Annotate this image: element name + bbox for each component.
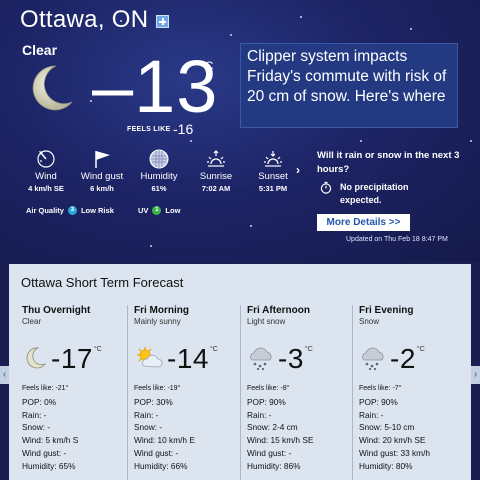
- uv-level: Low: [165, 206, 181, 215]
- plus-icon[interactable]: [156, 14, 170, 28]
- moon-icon: [26, 347, 47, 369]
- period-temperature-unit: °C: [304, 346, 313, 353]
- short-term-forecast-panel: Ottawa Short Term Forecast Thu Overnight…: [9, 264, 471, 480]
- current-condition: Clear: [22, 42, 58, 58]
- air-quality-index-badge: 3: [67, 206, 77, 215]
- period-temperature-unit: °C: [416, 346, 425, 353]
- location-header: Ottawa, ON: [20, 6, 170, 34]
- precip-question: Will it rain or snow in the next 3 hours…: [317, 150, 460, 175]
- precip-answer: No precipitation expected.: [340, 182, 409, 205]
- pop: POP: 0%: [22, 396, 57, 407]
- metric-value: 5:31 PM: [258, 184, 288, 193]
- forecast-title: Ottawa Short Term Forecast: [21, 275, 184, 290]
- feels-like: Feels like: -8°: [247, 385, 290, 392]
- uv-label: UV: [138, 206, 149, 215]
- current-conditions-hero: Ottawa, ON Clear –13 °C FEELS LIKE -16 C…: [0, 0, 480, 262]
- forecast-column-fri-evening: Fri Evening Snow -2 °C Feels like: -7° P…: [359, 305, 471, 480]
- sun-cloud-icon: [137, 347, 163, 368]
- forecast-column-thu-overnight: Thu Overnight Clear -17 °C Feels like: -…: [22, 305, 134, 480]
- metric-value: 7:02 AM: [201, 184, 231, 193]
- rain: Rain: -: [22, 409, 47, 420]
- forecast-column-fri-afternoon: Fri Afternoon Light snow -3 °C Feels lik…: [247, 305, 359, 480]
- snow: Snow: 5-10 cm: [359, 422, 415, 433]
- metric-wind-gust: Wind gust 6 km/h: [70, 148, 134, 193]
- rain: Rain: -: [247, 409, 272, 420]
- period-label: Fri Evening: [359, 305, 414, 316]
- period-temperature: -3: [278, 343, 304, 374]
- metric-label: Humidity: [140, 171, 178, 182]
- wind: Wind: 10 km/h E: [134, 435, 195, 446]
- period-summary: Light snow: [247, 317, 286, 326]
- period-temperature: -14: [167, 343, 209, 374]
- period-temperature-unit: °C: [209, 346, 218, 353]
- snow: Snow: 2-4 cm: [247, 422, 298, 433]
- feels-like: Feels like: -19°: [134, 385, 181, 392]
- updated-timestamp: Updated on Thu Feb 18 8:47 PM: [346, 236, 448, 243]
- feels-like-value: -16: [173, 121, 194, 137]
- humidity-icon: [149, 149, 169, 169]
- uv-index[interactable]: UV 1 Low: [138, 206, 180, 215]
- period-temperature-unit: °C: [93, 346, 102, 353]
- sunrise-icon: [207, 150, 225, 167]
- metric-label: Wind: [35, 171, 57, 182]
- pop: POP: 30%: [134, 396, 173, 407]
- more-details-button[interactable]: More Details >>: [317, 214, 410, 231]
- forecast-prev-arrow[interactable]: ‹: [0, 366, 9, 384]
- period-label: Fri Morning: [134, 305, 189, 316]
- forecast-next-arrow[interactable]: ›: [471, 366, 480, 384]
- air-quality-label: Air Quality: [26, 206, 64, 215]
- wind-gust: Wind gust: -: [247, 447, 292, 458]
- air-quality[interactable]: Air Quality 3 Low Risk: [26, 206, 114, 215]
- snow: Snow: -: [134, 422, 163, 433]
- humidity: Humidity: 66%: [134, 460, 188, 471]
- metric-humidity: Humidity 61%: [127, 148, 191, 193]
- metric-wind: Wind 4 km/h SE: [14, 148, 78, 193]
- humidity: Humidity: 80%: [359, 460, 413, 471]
- wind-gust: Wind gust: -: [22, 447, 67, 458]
- uv-index-badge: 1: [152, 206, 162, 215]
- city-name: Ottawa, ON: [20, 6, 149, 33]
- snow-cloud-icon: [250, 347, 272, 371]
- wind: Wind: 20 km/h SE: [359, 435, 426, 446]
- feels-like: Feels like: -21°: [22, 385, 69, 392]
- wind-gust: Wind gust: -: [134, 447, 179, 458]
- temperature-unit: °C: [200, 59, 214, 73]
- period-summary: Mainly sunny: [134, 317, 181, 326]
- rain: Rain: -: [134, 409, 159, 420]
- period-temperature: -17: [51, 343, 93, 374]
- wind-gust-icon: [95, 151, 110, 168]
- snow-cloud-icon: [362, 347, 384, 371]
- period-label: Thu Overnight: [22, 305, 91, 316]
- wind: Wind: 15 km/h SE: [247, 435, 314, 446]
- pop: POP: 90%: [359, 396, 398, 407]
- metric-value: 6 km/h: [90, 184, 114, 193]
- wind-gust: Wind gust: 33 km/h: [359, 447, 431, 458]
- metric-value: 4 km/h SE: [28, 184, 64, 193]
- period-label: Fri Afternoon: [247, 305, 310, 316]
- wind-icon: [37, 150, 55, 168]
- metric-label: Sunrise: [199, 171, 233, 182]
- period-summary: Clear: [22, 317, 42, 326]
- humidity: Humidity: 65%: [22, 460, 76, 471]
- metric-value: 61%: [151, 184, 167, 193]
- metric-sunrise: Sunrise 7:02 AM: [184, 148, 248, 193]
- feels-like-label: FEELS LIKE: [127, 126, 171, 133]
- feels-like: Feels like: -7°: [359, 385, 402, 392]
- chevron-right-icon[interactable]: ›: [296, 163, 300, 177]
- humidity: Humidity: 86%: [247, 460, 301, 471]
- snow: Snow: -: [22, 422, 51, 433]
- rain: Rain: -: [359, 409, 384, 420]
- air-quality-risk: Low Risk: [80, 206, 114, 215]
- forecast-column-fri-morning: Fri Morning Mainly sunny -14 °C Feels li…: [134, 305, 246, 480]
- pop: POP: 90%: [247, 396, 286, 407]
- period-temperature: -2: [390, 343, 416, 374]
- wind: Wind: 5 km/h S: [22, 435, 79, 446]
- metric-label: Wind gust: [80, 171, 124, 182]
- period-summary: Snow: [359, 317, 380, 326]
- stopwatch-icon: [320, 181, 332, 194]
- moon-icon: [32, 65, 73, 111]
- news-headline-link[interactable]: Clipper system impacts Friday's commute …: [240, 43, 458, 128]
- sunset-icon: [264, 151, 282, 167]
